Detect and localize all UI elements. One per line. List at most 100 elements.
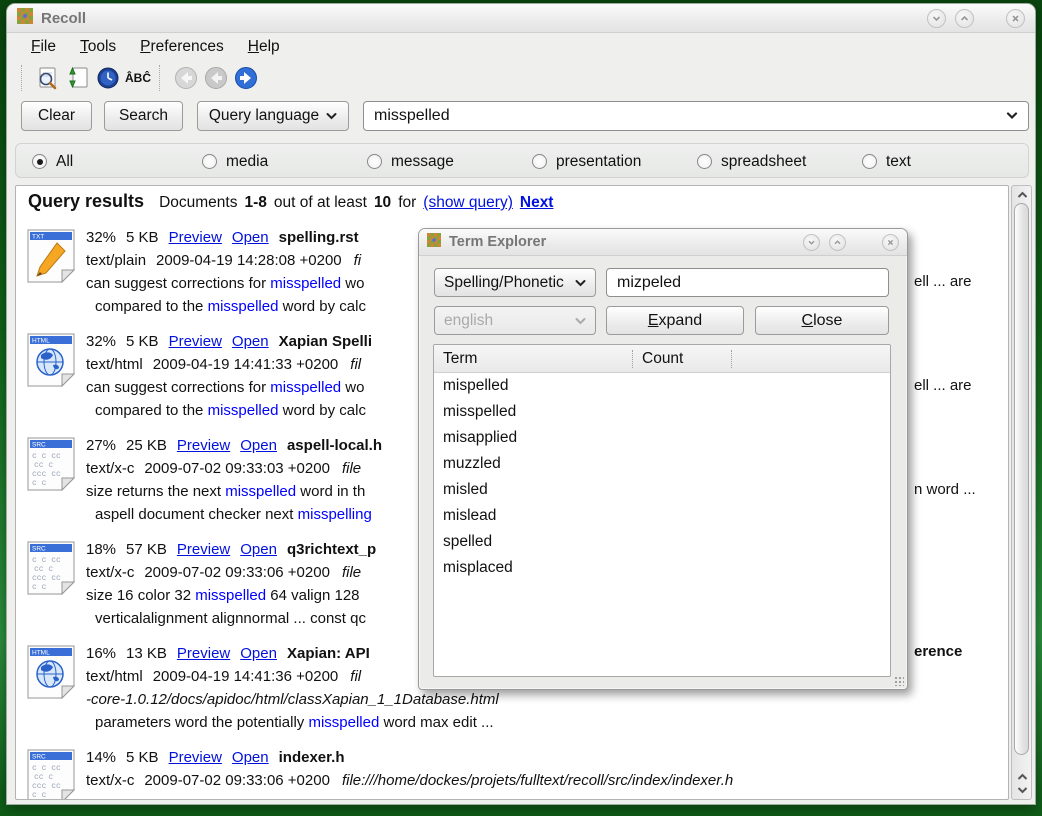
result-info-line: text/x-c2009-07-02 09:33:03 +0200file xyxy=(86,457,382,480)
preview-link[interactable]: Preview xyxy=(177,645,230,662)
close-button[interactable] xyxy=(882,234,899,251)
search-button[interactable]: Search xyxy=(104,101,183,131)
menu-tools[interactable]: Tools xyxy=(80,38,116,56)
minimize-button[interactable] xyxy=(927,9,946,28)
minimize-button[interactable] xyxy=(803,234,820,251)
preview-link[interactable]: Preview xyxy=(177,541,230,558)
preview-link[interactable]: Preview xyxy=(177,437,230,454)
expand-button[interactable]: Expand xyxy=(606,306,744,335)
scroll-down-icon[interactable] xyxy=(1015,784,1029,796)
src-file-icon: SRCc c cccc cccc ccc c xyxy=(26,436,76,492)
chevron-down-icon[interactable] xyxy=(1006,107,1018,125)
document-history-button[interactable] xyxy=(93,63,123,93)
open-link[interactable]: Open xyxy=(240,541,277,558)
resize-grip[interactable] xyxy=(894,676,904,686)
preview-link[interactable]: Preview xyxy=(169,229,222,246)
radio-icon[interactable] xyxy=(202,154,217,169)
radio-icon[interactable] xyxy=(862,154,877,169)
open-link[interactable]: Open xyxy=(240,645,277,662)
radio-icon[interactable] xyxy=(367,154,382,169)
results-header: Query results Documents 1-8 out of at le… xyxy=(28,191,553,212)
toolbar-handle[interactable] xyxy=(21,65,25,91)
highlighted-term: misspelled xyxy=(270,275,341,292)
result-meta-line: 32%5 KBPreviewOpenXapian Spelli xyxy=(86,330,372,353)
results-count-text: out of at least xyxy=(274,194,367,212)
term-row[interactable]: misapplied xyxy=(434,425,890,451)
query-language-dropdown[interactable]: Query language xyxy=(197,101,349,131)
radio-icon[interactable] xyxy=(532,154,547,169)
open-link[interactable]: Open xyxy=(232,333,269,350)
radio-icon[interactable] xyxy=(697,154,712,169)
term-input[interactable]: mizpeled xyxy=(606,268,889,297)
result-snippet-line: -core-1.0.12/docs/apidoc/html/classXapia… xyxy=(86,688,499,711)
result-text-fragment: n word ... xyxy=(914,481,976,498)
result-text-fragment: ell ... are xyxy=(914,377,972,394)
term-row[interactable]: mispelled xyxy=(434,373,890,399)
maximize-button[interactable] xyxy=(955,9,974,28)
scroll-up-icon[interactable] xyxy=(1015,189,1029,201)
result-size: 13 KB xyxy=(126,645,167,662)
term-explorer-button[interactable]: ÂBĈ xyxy=(123,63,153,93)
term-table-header[interactable]: Term Count xyxy=(434,345,890,373)
svg-text:ccc cc: ccc cc xyxy=(32,574,61,583)
menu-help[interactable]: Help xyxy=(248,38,280,56)
close-button[interactable] xyxy=(1006,9,1025,28)
scrollbar-thumb[interactable] xyxy=(1014,203,1029,755)
filter-radio-media[interactable]: media xyxy=(202,144,268,179)
filter-label: message xyxy=(391,153,454,171)
preview-link[interactable]: Preview xyxy=(169,333,222,350)
filter-radio-spreadsheet[interactable]: spreadsheet xyxy=(697,144,806,179)
first-page-button[interactable] xyxy=(171,63,201,93)
search-query-input[interactable]: misspelled xyxy=(363,101,1029,131)
result-relevance: 32% xyxy=(86,333,116,350)
svg-text:SRC: SRC xyxy=(32,754,46,761)
open-link[interactable]: Open xyxy=(240,437,277,454)
search-query-value: misspelled xyxy=(374,107,450,125)
svg-text:c c cc: c c cc xyxy=(32,556,61,565)
filter-radio-presentation[interactable]: presentation xyxy=(532,144,641,179)
result-info-line: text/plain2009-04-19 14:28:08 +0200fi xyxy=(86,249,366,272)
menu-preferences[interactable]: Preferences xyxy=(140,38,224,56)
file-type-icon: SRCc c cccc cccc ccc c xyxy=(26,748,76,800)
result-size: 57 KB xyxy=(126,541,167,558)
term-row[interactable]: misplaced xyxy=(434,555,890,581)
dialog-title: Term Explorer xyxy=(449,234,546,250)
sort-parameters-button[interactable] xyxy=(63,63,93,93)
filter-radio-all[interactable]: All xyxy=(32,144,73,179)
maximize-button[interactable] xyxy=(829,234,846,251)
svg-text:c c cc: c c cc xyxy=(32,452,61,461)
result-size: 5 KB xyxy=(126,229,159,246)
highlighted-term: misspelled xyxy=(225,483,296,500)
term-row[interactable]: spelled xyxy=(434,529,890,555)
next-page-link[interactable]: Next xyxy=(520,194,554,212)
close-dialog-button[interactable]: Close xyxy=(755,306,889,335)
filter-radio-message[interactable]: message xyxy=(367,144,454,179)
result-size: 5 KB xyxy=(126,333,159,350)
term-row[interactable]: misspelled xyxy=(434,399,890,425)
next-page-button[interactable] xyxy=(231,63,261,93)
expansion-mode-dropdown[interactable]: Spelling/Phonetic xyxy=(434,268,596,297)
toolbar-handle[interactable] xyxy=(159,65,163,91)
scroll-up-icon[interactable] xyxy=(1015,771,1029,783)
result-title: Xapian: API xyxy=(287,645,370,662)
sort-parameters-icon xyxy=(65,65,91,91)
radio-icon[interactable] xyxy=(32,154,47,169)
result-meta-line: 18%57 KBPreviewOpenq3richtext_p xyxy=(86,538,376,561)
filter-radio-text[interactable]: text xyxy=(862,144,911,179)
highlighted-term: misspelled xyxy=(270,379,341,396)
menu-file[interactable]: File xyxy=(31,38,56,56)
term-column-header[interactable]: Term xyxy=(434,350,632,368)
clear-button[interactable]: Clear xyxy=(21,101,92,131)
term-row[interactable]: muzzled xyxy=(434,451,890,477)
preview-link[interactable]: Preview xyxy=(169,749,222,766)
previous-page-button[interactable] xyxy=(201,63,231,93)
show-query-link[interactable]: (show query) xyxy=(423,194,513,212)
term-row[interactable]: misled xyxy=(434,477,890,503)
advanced-search-button[interactable] xyxy=(33,63,63,93)
open-link[interactable]: Open xyxy=(232,749,269,766)
open-link[interactable]: Open xyxy=(232,229,269,246)
term-row[interactable]: mislead xyxy=(434,503,890,529)
language-dropdown[interactable]: english xyxy=(434,306,596,335)
term-cell: spelled xyxy=(434,533,632,551)
count-column-header[interactable]: Count xyxy=(632,350,732,368)
